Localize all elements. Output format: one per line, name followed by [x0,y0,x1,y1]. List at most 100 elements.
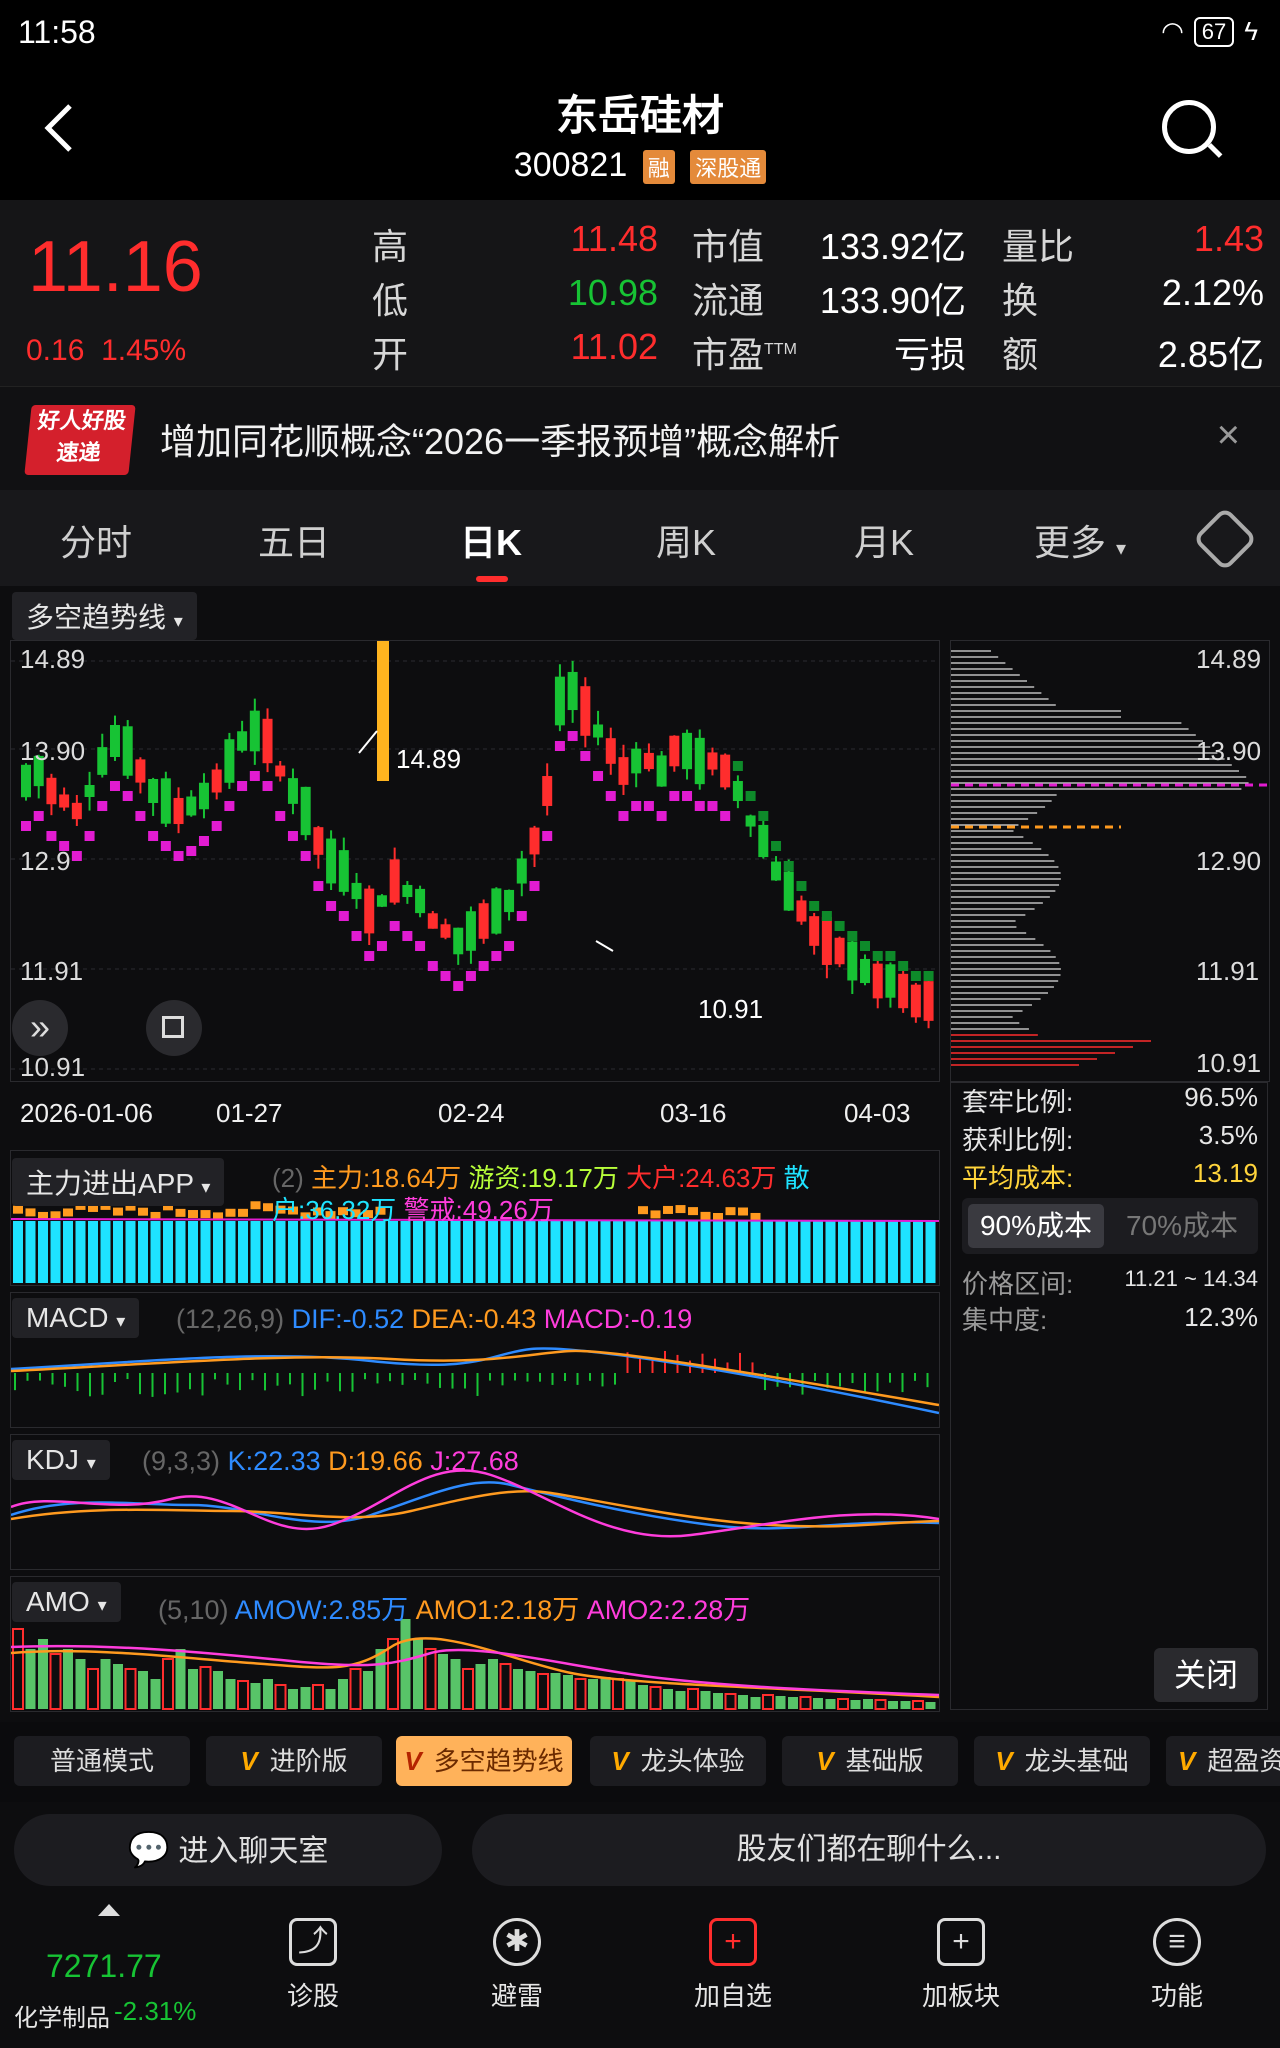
stock-code: 300821 [513,146,628,184]
mode-selector: 普通模式 V 进阶版 V 多空趋势线 V 龙头体验 V 基础版 V 龙头基础 V 超盈资 [0,1722,1280,1802]
macd-dropdown[interactable]: MACD ▾ [12,1298,140,1338]
fullscreen-icon [162,1016,184,1038]
index-value[interactable]: 7271.77 [46,1948,162,1985]
charging-icon: ϟ [1244,16,1258,46]
tab-daily-k[interactable]: 日K [460,514,522,566]
amo-bar [288,1689,298,1709]
mode-label: 普通模式 [49,1746,154,1776]
amo-bar [113,1664,123,1709]
amo-bar [588,1679,598,1709]
kline-candle [732,780,743,802]
mode-advanced[interactable]: V 进阶版 [206,1736,382,1786]
trend-marker [249,771,260,781]
mode-super-profit[interactable]: V 超盈资 [1166,1736,1280,1786]
kline-candle [694,737,705,785]
retail-bar [413,1221,423,1283]
kline-indicator-dropdown[interactable]: 多空趋势线 ▾ [12,592,197,640]
trend-marker [351,931,362,941]
retail-bar [375,1221,386,1283]
amo-bar [138,1671,148,1709]
kline-candle [618,757,629,785]
amo-bar [612,1678,624,1710]
trend-marker [504,941,515,951]
tab-more[interactable]: 更多 ▾ [1034,514,1126,566]
trend-marker [148,831,159,841]
trend-marker [186,846,197,856]
v-badge-icon: V [611,1746,629,1776]
kline-candle [453,927,464,955]
mode-basic[interactable]: V 基础版 [782,1736,958,1786]
v-badge-icon: V [816,1746,834,1776]
retail-bar [75,1221,86,1283]
v-badge-icon: V [240,1746,258,1776]
nav-add-watchlist[interactable]: + 加自选 [658,1918,808,2013]
mode-normal[interactable]: 普通模式 [14,1736,190,1786]
amo-dropdown[interactable]: AMO ▾ [12,1582,121,1622]
kline-candle [809,916,820,946]
kline-candle [97,747,108,775]
trend-marker [135,811,146,821]
trend-marker [796,881,807,891]
kline-candle [707,752,718,770]
trend-marker [326,901,337,911]
nav-avoid-risk[interactable]: ✱ 避雷 [442,1918,592,2013]
banner-close-icon[interactable]: × [1217,413,1240,458]
fullscreen-button[interactable] [146,1000,202,1056]
mode-leader-basic[interactable]: V 龙头基础 [974,1736,1150,1786]
kline-candle [796,900,807,922]
fund-flow-legend: (2) 主力:18.64万 游资:19.17万 大户:24.63万 散 户:36… [272,1162,902,1226]
amo-bar [325,1689,336,1709]
amo-bar [49,1653,62,1710]
tab-five-day[interactable]: 五日 [258,514,330,566]
retail-bar [188,1221,198,1283]
kline-candle [758,824,769,858]
tab-monthly-k[interactable]: 月K [854,514,914,566]
amo-bar [75,1659,86,1709]
amo-bar [274,1684,287,1710]
nav-functions[interactable]: ≡ 功能 [1102,1918,1252,2013]
tab-weekly-k[interactable]: 周K [656,514,716,566]
nav-diagnose[interactable]: ⤴ 诊股 [238,1918,388,2013]
trend-marker [669,791,680,801]
enter-chatroom-button[interactable]: 💬 进入聊天室 [14,1814,442,1886]
news-banner[interactable]: 好人好股 速递 增加同花顺概念“2026一季报预增”概念解析 × [0,386,1280,491]
chat-topics-button[interactable]: 股友们都在聊什么... [472,1814,1266,1886]
amo-bar [675,1691,686,1709]
expand-left-button[interactable]: » [12,1000,68,1056]
retail-bar [13,1221,23,1283]
amo-bar [925,1702,936,1709]
main-bar [238,1208,248,1217]
settings-hexagon-icon[interactable] [1192,506,1258,572]
amo-bar [713,1693,723,1709]
retail-bar [450,1221,461,1283]
change-value: 0.16 [26,334,85,367]
retail-bar [300,1221,311,1283]
amo-bar [424,1648,437,1710]
fund-retail-a: 散 [783,1163,810,1193]
trend-marker [631,801,642,811]
retail-bar [150,1221,161,1283]
fund-flow-dropdown[interactable]: 主力进出APP ▾ [12,1158,225,1206]
amo-bar [488,1659,498,1709]
kdj-dropdown[interactable]: KDJ ▾ [12,1440,110,1480]
tab-intraday[interactable]: 分时 [60,514,132,566]
kline-candle [211,769,222,793]
kline-candle [885,964,896,998]
nav-add-sector[interactable]: + 加板块 [886,1918,1036,2013]
mode-leader-trial[interactable]: V 龙头体验 [590,1736,766,1786]
retail-bar [525,1221,536,1283]
kline-candle [364,888,375,934]
close-cost-button[interactable]: 关闭 [1154,1648,1258,1702]
status-icons: ◠ 67 ϟ [1161,16,1258,47]
quote-value-float: 133.90亿 [819,280,966,321]
retail-bar [325,1221,336,1283]
amo-bar [475,1664,486,1709]
mode-label: 基础版 [845,1746,924,1776]
collapse-up-icon[interactable] [98,1904,120,1916]
retail-bar [675,1221,686,1283]
main-bar [188,1210,198,1219]
mode-trendline[interactable]: V 多空趋势线 [396,1736,572,1786]
retail-bar [475,1221,486,1283]
amo-bar [213,1671,223,1709]
search-button[interactable] [1162,100,1216,154]
